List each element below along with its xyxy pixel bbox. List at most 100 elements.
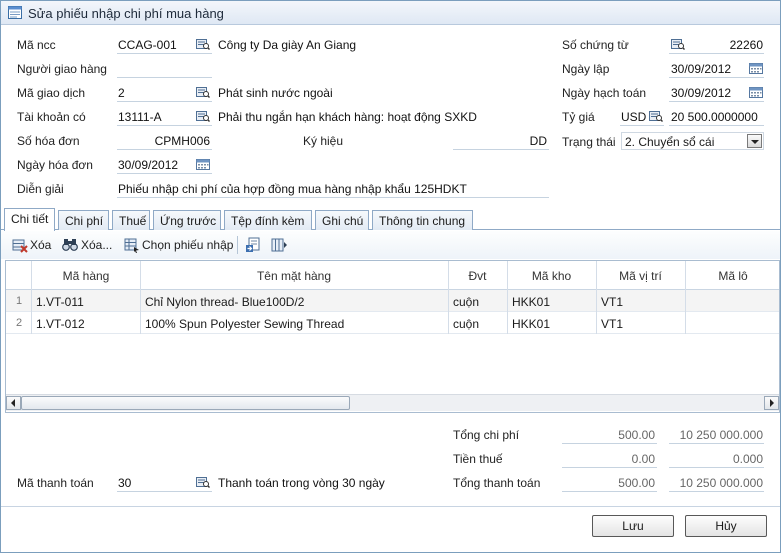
supplier-code-label: Mã ncc bbox=[17, 38, 56, 52]
posting-date-field[interactable]: 30/09/2012 bbox=[671, 86, 731, 100]
created-date-calendar-icon[interactable] bbox=[749, 63, 763, 74]
export-button[interactable] bbox=[245, 237, 263, 255]
exchange-rate-label: Tỷ giá bbox=[562, 110, 595, 124]
invoice-date-calendar-icon[interactable] bbox=[196, 159, 210, 170]
binoculars-icon bbox=[62, 239, 78, 251]
edit-purchase-cost-receipt-window: Sửa phiếu nhập chi phí mua hàng Mã ncc C… bbox=[0, 0, 781, 553]
invoice-date-field[interactable]: 30/09/2012 bbox=[118, 158, 178, 172]
chevron-down-icon[interactable] bbox=[747, 134, 762, 148]
invoice-no-field[interactable]: CPMH006 bbox=[117, 134, 210, 148]
transaction-code-field[interactable]: 2 bbox=[118, 86, 125, 100]
item-location: VT1 bbox=[601, 295, 624, 309]
description-field[interactable]: Phiếu nhập chi phí của hợp đồng mua hàng… bbox=[118, 182, 467, 196]
deliverer-field[interactable] bbox=[118, 62, 213, 76]
item-code: 1.VT-012 bbox=[36, 317, 85, 331]
item-location: VT1 bbox=[601, 317, 624, 331]
tab-attachments[interactable]: Tệp đính kèm bbox=[224, 210, 312, 230]
col-item-name[interactable]: Tên mặt hàng bbox=[140, 269, 448, 283]
tax-fc: 0.00 bbox=[631, 452, 655, 466]
invoice-date-label: Ngày hóa đơn bbox=[17, 158, 93, 172]
tab-advance[interactable]: Ứng trước bbox=[153, 210, 221, 230]
transaction-code-label: Mã giao dịch bbox=[17, 86, 86, 100]
tax-amount: 0.000 bbox=[732, 452, 763, 466]
arrow-right-icon bbox=[770, 399, 774, 407]
item-warehouse: HKK01 bbox=[512, 295, 551, 309]
select-receipt-button[interactable]: Chọn phiếu nhập bbox=[124, 237, 233, 255]
currency-lookup-icon[interactable] bbox=[649, 110, 663, 122]
status-select[interactable]: 2. Chuyển sổ cái bbox=[621, 132, 764, 150]
select-receipt-icon bbox=[124, 238, 139, 253]
save-button[interactable]: Lưu bbox=[592, 515, 674, 537]
exchange-rate-field[interactable]: 20 500.0000000 bbox=[671, 110, 764, 124]
total-payment-label: Tổng thanh toán bbox=[453, 476, 541, 490]
column-settings-button[interactable] bbox=[271, 237, 289, 255]
voucher-lookup-icon[interactable] bbox=[671, 38, 685, 50]
grid-header: Mã hàng Tên mặt hàng Đvt Mã kho Mã vị tr… bbox=[6, 261, 779, 290]
created-date-field[interactable]: 30/09/2012 bbox=[671, 62, 731, 76]
window-title: Sửa phiếu nhập chi phí mua hàng bbox=[28, 6, 224, 21]
col-location[interactable]: Mã vị trí bbox=[596, 269, 685, 283]
select-receipt-label: Chọn phiếu nhập bbox=[142, 238, 234, 252]
export-icon bbox=[246, 237, 260, 252]
table-row[interactable]: 2 1.VT-012 100% Spun Polyester Sewing Th… bbox=[6, 312, 779, 334]
delete-label: Xóa bbox=[30, 238, 52, 252]
arrow-left-icon bbox=[11, 399, 15, 407]
payment-code-label: Mã thanh toán bbox=[17, 476, 94, 490]
scroll-thumb[interactable] bbox=[21, 396, 350, 410]
supplier-code-field[interactable]: CCAG-001 bbox=[118, 38, 177, 52]
payment-lookup-icon[interactable] bbox=[196, 476, 210, 488]
transaction-lookup-icon[interactable] bbox=[196, 86, 210, 98]
scroll-left-button[interactable] bbox=[6, 396, 21, 410]
status-label: Trạng thái bbox=[562, 135, 616, 149]
deliverer-label: Người giao hàng bbox=[17, 62, 107, 76]
status-value: 2. Chuyển sổ cái bbox=[625, 135, 715, 149]
payment-code-field[interactable]: 30 bbox=[118, 476, 131, 490]
item-warehouse: HKK01 bbox=[512, 317, 551, 331]
cancel-button[interactable]: Hủy bbox=[685, 515, 767, 537]
credit-account-field[interactable]: 13111-A bbox=[118, 110, 162, 124]
delete-row-icon bbox=[12, 239, 28, 253]
item-code: 1.VT-011 bbox=[36, 295, 84, 309]
symbol-field[interactable]: DD bbox=[453, 134, 547, 148]
tab-notes[interactable]: Ghi chú bbox=[315, 210, 369, 230]
posting-date-label: Ngày hạch toán bbox=[562, 86, 647, 100]
delete-all-label: Xóa... bbox=[81, 238, 113, 252]
table-row[interactable]: 1 1.VT-011 Chỉ Nylon thread- Blue100D/2 … bbox=[6, 290, 779, 312]
item-name: Chỉ Nylon thread- Blue100D/2 bbox=[145, 295, 305, 309]
delete-row-button[interactable]: Xóa bbox=[12, 237, 52, 255]
posting-date-calendar-icon[interactable] bbox=[749, 87, 763, 98]
tab-tax[interactable]: Thuế bbox=[112, 210, 150, 230]
total-cost-fc: 500.00 bbox=[618, 428, 655, 442]
item-unit: cuộn bbox=[453, 317, 480, 331]
tab-detail[interactable]: Chi tiết bbox=[4, 208, 55, 231]
col-warehouse[interactable]: Mã kho bbox=[507, 269, 596, 283]
column-settings-icon bbox=[271, 238, 287, 252]
currency-field[interactable]: USD bbox=[621, 110, 646, 124]
title-bar: Sửa phiếu nhập chi phí mua hàng bbox=[1, 1, 780, 25]
scroll-right-button[interactable] bbox=[764, 396, 779, 410]
col-item-code[interactable]: Mã hàng bbox=[32, 269, 140, 283]
credit-account-name: Phải thu ngắn hạn khách hàng: hoạt động … bbox=[218, 110, 477, 124]
tab-general-info[interactable]: Thông tin chung bbox=[372, 210, 473, 230]
col-lot[interactable]: Mã lô bbox=[685, 269, 779, 283]
symbol-label: Ký hiệu bbox=[303, 134, 344, 148]
item-unit: cuộn bbox=[453, 295, 480, 309]
total-cost-label: Tổng chi phí bbox=[453, 428, 520, 442]
credit-account-label: Tài khoản có bbox=[17, 110, 86, 124]
total-payment-fc: 500.00 bbox=[618, 476, 655, 490]
supplier-name: Công ty Da giày An Giang bbox=[218, 38, 357, 52]
tab-cost[interactable]: Chi phí bbox=[58, 210, 109, 230]
total-payment: 10 250 000.000 bbox=[679, 476, 763, 490]
col-unit[interactable]: Đvt bbox=[448, 269, 507, 283]
grid-toolbar: Xóa Xóa... Chọn phiếu nhập bbox=[1, 231, 780, 259]
supplier-lookup-icon[interactable] bbox=[196, 38, 210, 50]
row-number: 1 bbox=[15, 295, 23, 307]
payment-name: Thanh toán trong vòng 30 ngày bbox=[218, 476, 385, 490]
delete-all-button[interactable]: Xóa... bbox=[62, 237, 112, 255]
credit-account-lookup-icon[interactable] bbox=[196, 110, 210, 122]
row-number: 2 bbox=[15, 317, 23, 329]
detail-tabs: Chi tiết Chi phí Thuế Ứng trước Tệp đính… bbox=[1, 208, 780, 231]
invoice-no-label: Số hóa đơn bbox=[17, 134, 80, 148]
horizontal-scrollbar[interactable] bbox=[6, 394, 779, 411]
voucher-no-field[interactable]: 22260 bbox=[687, 38, 763, 52]
